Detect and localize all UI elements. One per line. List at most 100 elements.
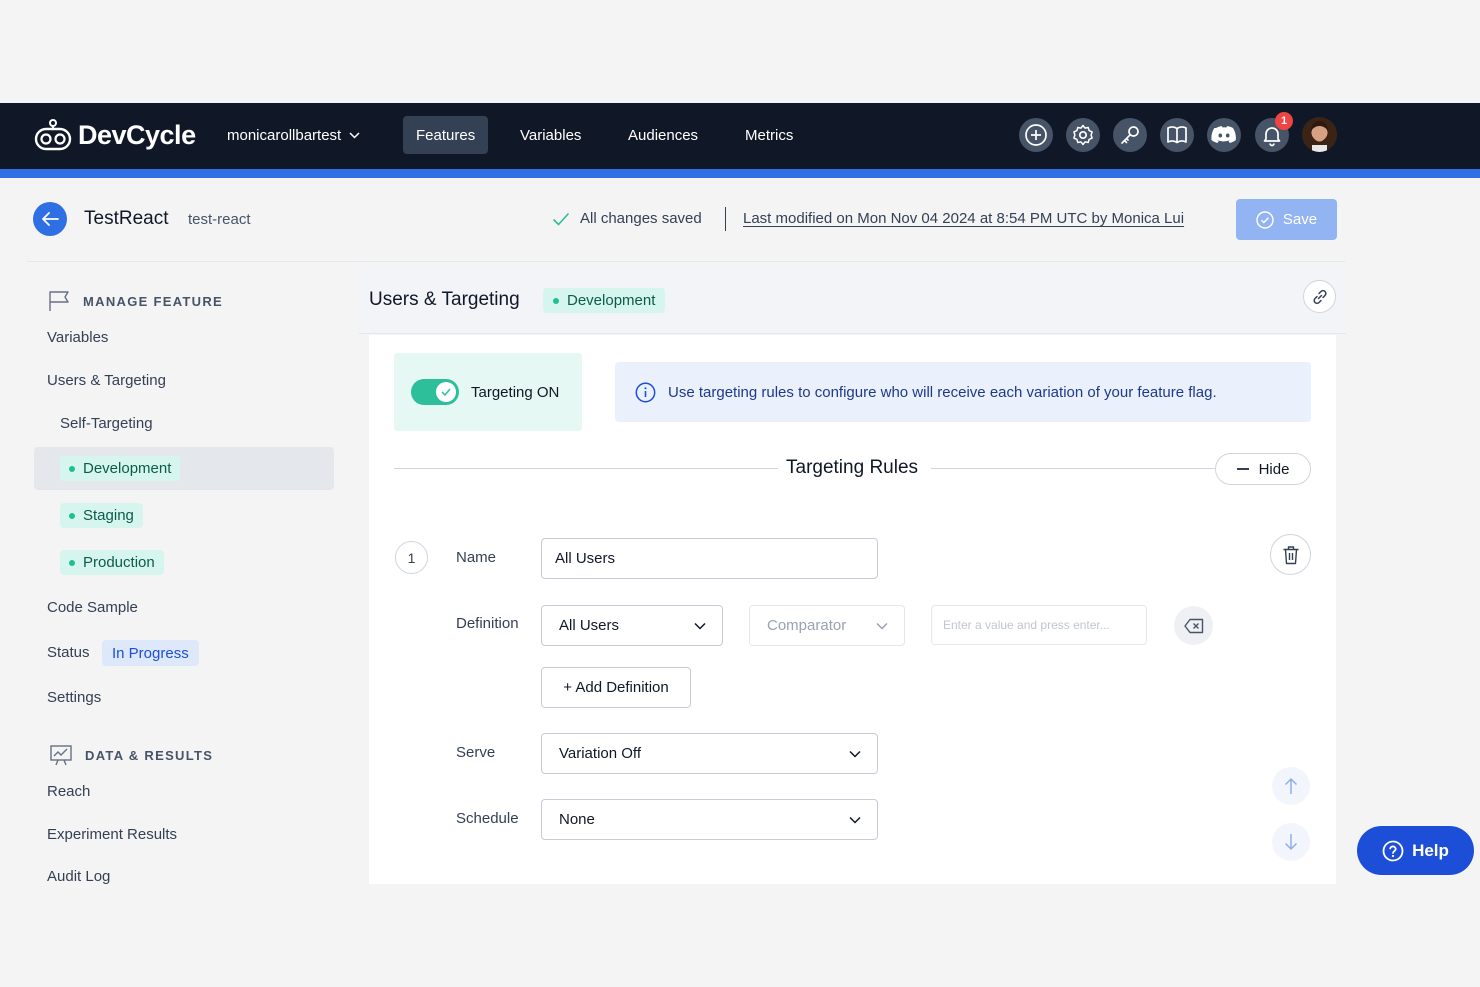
targeting-rules-title: Targeting Rules (786, 457, 919, 478)
tab-features[interactable]: Features (403, 116, 489, 154)
info-icon (635, 382, 656, 402)
comparator-select[interactable]: Comparator (749, 605, 905, 646)
feature-key: test-react (188, 211, 251, 228)
sidebar-item-variables[interactable]: Variables (47, 329, 108, 346)
chevron-down-icon (876, 622, 888, 630)
data-results-heading: DATA & RESULTS (49, 744, 213, 766)
sidebar-item-settings[interactable]: Settings (47, 689, 101, 706)
tab-label: Audiences (628, 126, 699, 144)
environment-label: Development (567, 292, 656, 309)
targeting-toggle[interactable] (411, 379, 459, 405)
schedule-select[interactable]: None (541, 799, 878, 840)
last-modified-link[interactable]: Last modified on Mon Nov 04 2024 at 8:54… (743, 210, 1184, 227)
check-icon (441, 388, 451, 396)
api-keys-button[interactable] (1113, 118, 1147, 152)
tab-metrics[interactable]: Metrics (732, 116, 806, 154)
sidebar-item-reach[interactable]: Reach (47, 783, 90, 800)
status-dot (69, 512, 75, 519)
sidebar-status-label: Status (47, 644, 90, 661)
manage-feature-label: MANAGE FEATURE (83, 293, 224, 309)
sidebar-item-self-targeting[interactable]: Self-Targeting (60, 415, 153, 432)
plus-circle-icon (1025, 124, 1047, 146)
accent-bar (0, 169, 1480, 178)
info-banner: Use targeting rules to configure who wil… (615, 362, 1311, 422)
sidebar-item-development[interactable]: Development (60, 456, 181, 481)
manage-feature-heading: MANAGE FEATURE (48, 290, 223, 312)
book-icon (1167, 126, 1187, 144)
devcycle-logo-icon (34, 119, 72, 151)
add-definition-button[interactable]: + Add Definition (541, 667, 691, 708)
docs-button[interactable] (1160, 118, 1194, 152)
trash-icon (1283, 545, 1298, 564)
help-label: Help (1412, 840, 1449, 860)
org-name: monicarollbartest (227, 126, 342, 144)
data-results-label: DATA & RESULTS (85, 747, 214, 763)
key-icon (1121, 126, 1139, 144)
chevron-down-icon (349, 131, 360, 139)
gear-icon (1073, 124, 1093, 146)
arrow-up-icon (1284, 777, 1298, 794)
sidebar-item-code-sample[interactable]: Code Sample (47, 599, 138, 616)
check-circle-icon (1256, 210, 1274, 229)
definition-value: All Users (559, 617, 620, 634)
chevron-down-icon (849, 816, 861, 824)
rules-divider-left (394, 468, 778, 469)
serve-value: Variation Off (559, 745, 641, 762)
targeting-toggle-card: Targeting ON (394, 353, 582, 431)
sidebar-item-experiment-results[interactable]: Experiment Results (47, 826, 177, 843)
settings-button[interactable] (1066, 118, 1100, 152)
remove-definition-button[interactable] (1174, 606, 1213, 645)
sidebar-item-production[interactable]: Production (60, 550, 164, 575)
arrow-down-icon (1284, 834, 1298, 851)
sidebar-item-users-targeting[interactable]: Users & Targeting (47, 372, 166, 389)
chevron-down-icon (849, 750, 861, 758)
bottom-margin (0, 884, 1480, 987)
move-rule-down-button[interactable] (1272, 823, 1310, 861)
status-dot (69, 465, 75, 472)
comparator-placeholder: Comparator (767, 617, 847, 634)
sidebar-item-staging[interactable]: Staging (60, 503, 143, 528)
saved-text: All changes saved (580, 210, 702, 227)
chevron-down-icon (694, 622, 706, 630)
devcycle-logo[interactable]: DevCycle (34, 118, 196, 152)
status-dot (69, 559, 75, 566)
serve-label: Serve (456, 744, 496, 761)
sidebar-item-audit-log[interactable]: Audit Log (47, 868, 110, 885)
serve-select[interactable]: Variation Off (541, 733, 878, 774)
definition-value-input[interactable]: Enter a value and press enter... (931, 605, 1147, 645)
status-dot (553, 297, 559, 304)
schedule-label: Schedule (456, 810, 519, 827)
copy-link-button[interactable] (1303, 280, 1336, 313)
create-button[interactable] (1019, 118, 1053, 152)
rule-name-input[interactable]: All Users (541, 538, 878, 579)
delete-rule-button[interactable] (1270, 534, 1311, 575)
move-rule-up-button[interactable] (1272, 767, 1310, 805)
env-label: Staging (83, 507, 134, 524)
tab-label: Features (416, 126, 476, 144)
notification-badge: 1 (1275, 112, 1293, 130)
tab-label: Variables (520, 126, 582, 144)
tab-label: Metrics (745, 126, 794, 144)
help-button[interactable]: Help (1357, 826, 1474, 875)
back-button[interactable] (33, 202, 67, 236)
check-icon (552, 212, 570, 226)
brand-name: DevCycle (78, 119, 196, 150)
discord-button[interactable] (1207, 118, 1241, 152)
status-badge[interactable]: In Progress (102, 640, 199, 666)
minus-icon (1236, 468, 1249, 470)
save-label: Save (1282, 211, 1318, 228)
tab-variables[interactable]: Variables (507, 116, 594, 154)
toggle-knob (436, 382, 456, 402)
env-label: Production (83, 554, 155, 571)
presentation-chart-icon (50, 745, 72, 766)
arrow-left-icon (42, 212, 59, 226)
org-switcher[interactable]: monicarollbartest (227, 124, 360, 146)
link-icon (1312, 289, 1327, 304)
hide-rules-button[interactable]: Hide (1215, 453, 1311, 485)
avatar[interactable] (1302, 117, 1337, 152)
divider (725, 207, 726, 231)
tab-audiences[interactable]: Audiences (615, 116, 711, 154)
save-button[interactable]: Save (1236, 199, 1337, 240)
definition-select[interactable]: All Users (541, 605, 723, 646)
flag-icon (49, 291, 69, 311)
